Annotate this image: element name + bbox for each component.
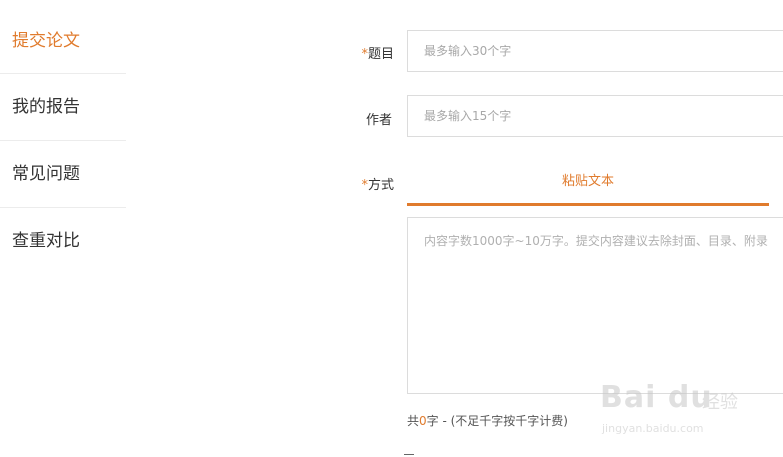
baidu-jingyan-watermark: Bai du 经验 jingyan.baidu.com <box>590 374 750 444</box>
sidebar-item-my-reports[interactable]: 我的报告 <box>0 74 126 140</box>
author-label-text: 作者 <box>365 113 392 128</box>
divider-stub <box>404 454 414 455</box>
watermark-url: jingyan.baidu.com <box>602 422 704 435</box>
sidebar-item-compare[interactable]: 查重对比 <box>0 208 126 274</box>
author-input[interactable] <box>407 95 783 137</box>
sidebar-item-faq[interactable]: 常见问题 <box>0 141 126 207</box>
word-count-value: 0 <box>419 414 427 428</box>
title-label-text: 题目 <box>367 47 394 62</box>
word-count-prefix: 共 <box>407 414 420 428</box>
method-label: *方式 <box>334 174 394 193</box>
watermark-brand: 经验 <box>702 392 738 413</box>
author-label: 作者 <box>332 109 392 128</box>
submit-paper-page: 提交论文 我的报告 常见问题 查重对比 *题目 作者 *方式 粘贴文本 共0字 … <box>0 0 783 457</box>
method-label-text: 方式 <box>367 178 394 193</box>
tab-active-underline <box>407 203 769 206</box>
content-textarea[interactable] <box>407 217 783 394</box>
watermark-logo: Bai du <box>600 380 713 415</box>
word-count: 共0字 - (不足千字按千字计费) <box>407 412 568 429</box>
word-count-suffix: 字 - (不足千字按千字计费) <box>426 414 568 428</box>
tab-paste-text[interactable]: 粘贴文本 <box>407 166 769 202</box>
sidebar-item-submit-paper[interactable]: 提交论文 <box>0 8 126 74</box>
title-input[interactable] <box>407 30 783 72</box>
title-label: *题目 <box>334 43 394 62</box>
